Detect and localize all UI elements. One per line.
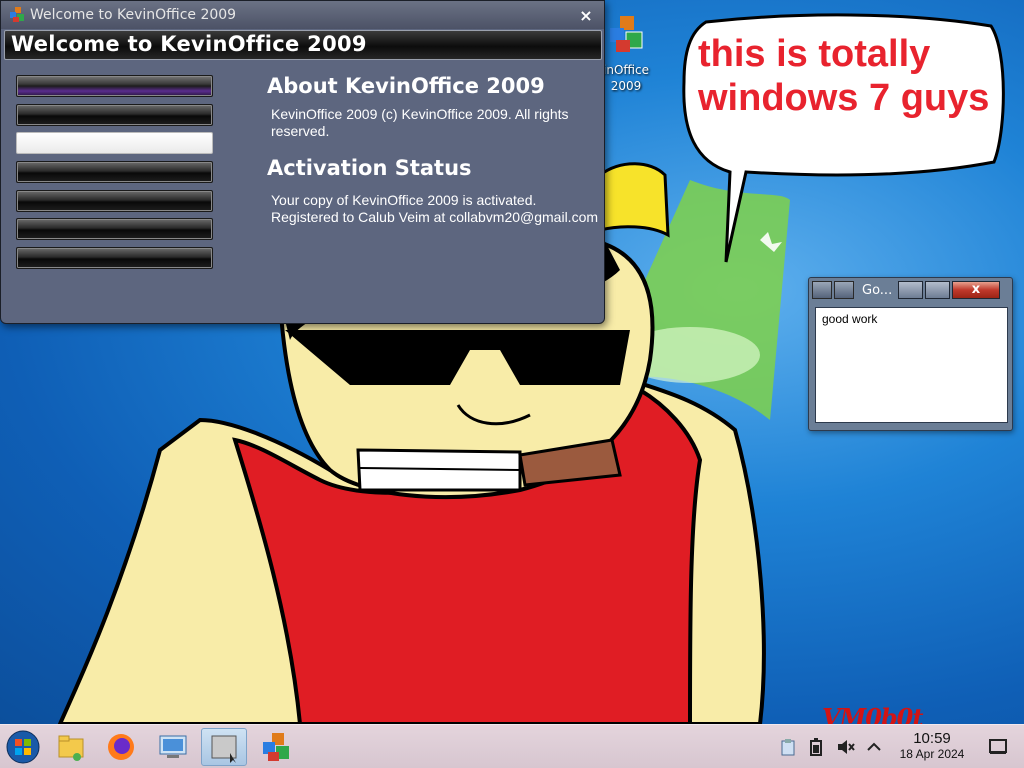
- taskbar: 10:59 18 Apr 2024: [0, 724, 1024, 768]
- nav-button-3[interactable]: [16, 132, 213, 154]
- maximize-button[interactable]: [925, 281, 950, 299]
- volume-muted-icon[interactable]: [836, 737, 856, 757]
- dialog-close-button[interactable]: x: [952, 281, 1000, 299]
- nav-button-1[interactable]: [16, 75, 213, 97]
- window-titlebar[interactable]: Welcome to KevinOffice 2009 ×: [1, 1, 604, 29]
- kevinoffice-welcome-window: Welcome to KevinOffice 2009 × Welcome to…: [0, 0, 605, 324]
- bubble-text: this is totally windows 7 guys: [698, 32, 1008, 120]
- windows-start-orb-icon: [6, 730, 40, 764]
- dialog-pin-icon[interactable]: [834, 281, 854, 299]
- window-title: Welcome to KevinOffice 2009: [30, 7, 237, 23]
- taskbar-clock[interactable]: 10:59 18 Apr 2024: [888, 730, 976, 762]
- dialog-content: good work: [822, 312, 878, 326]
- battery-icon[interactable]: [806, 737, 826, 757]
- firefox-icon: [108, 734, 134, 760]
- taskbar-file-manager[interactable]: [48, 728, 94, 766]
- file-manager-icon: [58, 735, 84, 761]
- window-preview-icon: [211, 735, 237, 763]
- nav-button-5[interactable]: [16, 190, 213, 212]
- vm-watermark: VM0b0t: [822, 703, 923, 724]
- activation-line-1: Your copy of KevinOffice 2009 is activat…: [271, 192, 537, 208]
- clock-date: 18 Apr 2024: [899, 747, 965, 761]
- tray-expand-icon[interactable]: [864, 737, 884, 757]
- welcome-banner: Welcome to KevinOffice 2009: [4, 30, 602, 60]
- dialog-text-area[interactable]: good work: [815, 307, 1008, 423]
- clock-time: 10:59: [913, 730, 951, 747]
- bubble-line-2: windows 7 guys: [698, 77, 990, 119]
- taskbar-window-preview[interactable]: [201, 728, 247, 766]
- minimize-button[interactable]: [898, 281, 923, 299]
- dialog-title: Go...: [862, 282, 893, 298]
- clipboard-icon[interactable]: [778, 737, 798, 757]
- activation-heading: Activation Status: [267, 156, 472, 180]
- nav-button-6[interactable]: [16, 218, 213, 240]
- kevinoffice-app-icon: [610, 16, 643, 52]
- activation-text: Your copy of KevinOffice 2009 is activat…: [271, 192, 603, 226]
- nav-button-4[interactable]: [16, 161, 213, 183]
- bubble-line-1: this is totally: [698, 33, 931, 75]
- close-button[interactable]: ×: [576, 6, 596, 25]
- taskbar-firefox[interactable]: [98, 728, 144, 766]
- dialog-menu-icon[interactable]: [812, 281, 832, 299]
- show-desktop-icon[interactable]: [988, 737, 1008, 757]
- nav-button-2[interactable]: [16, 104, 213, 126]
- small-dialog-window: Go... x good work: [808, 277, 1013, 431]
- activation-line-2: Registered to Calub Veim at collabvm20@g…: [271, 209, 599, 225]
- start-button[interactable]: [0, 728, 46, 766]
- about-text: KevinOffice 2009 (c) KevinOffice 2009. A…: [271, 106, 603, 140]
- taskbar-settings[interactable]: [150, 728, 196, 766]
- about-heading: About KevinOffice 2009: [267, 74, 545, 98]
- kevinoffice-title-icon: [10, 7, 24, 22]
- taskbar-kevinoffice[interactable]: [253, 728, 299, 766]
- dialog-titlebar[interactable]: Go... x: [809, 278, 1012, 302]
- kevinoffice-taskbar-icon: [263, 733, 289, 761]
- system-settings-icon: [159, 735, 187, 758]
- nav-button-7[interactable]: [16, 247, 213, 269]
- about-text-body: KevinOffice 2009 (c) KevinOffice 2009. A…: [271, 106, 569, 139]
